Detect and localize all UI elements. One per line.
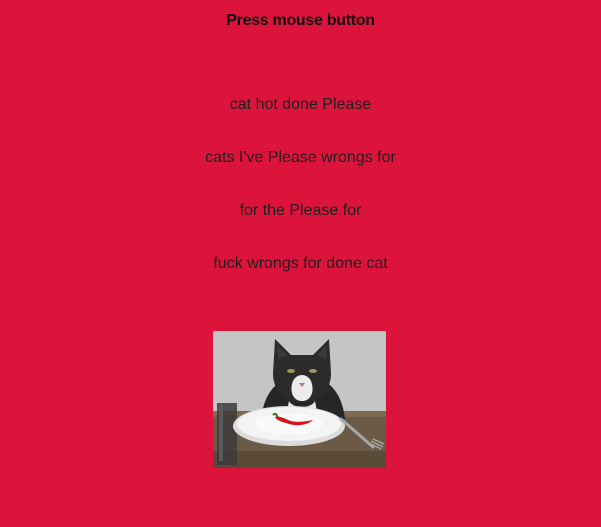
- poem-line: cat hot done Please: [229, 96, 372, 113]
- page-title: Press mouse button: [226, 12, 375, 29]
- poem-text: cat hot done Please cats I've Please wro…: [0, 93, 601, 305]
- poem-line: cats I've Please wrongs for: [205, 149, 396, 166]
- cat-photo: [213, 331, 386, 468]
- cat-muzzle: [291, 375, 313, 401]
- poem-line: for the Please for: [239, 202, 362, 219]
- cat-photo-illustration: [213, 331, 386, 468]
- poem-line: fuck wrongs for done cat: [213, 255, 388, 272]
